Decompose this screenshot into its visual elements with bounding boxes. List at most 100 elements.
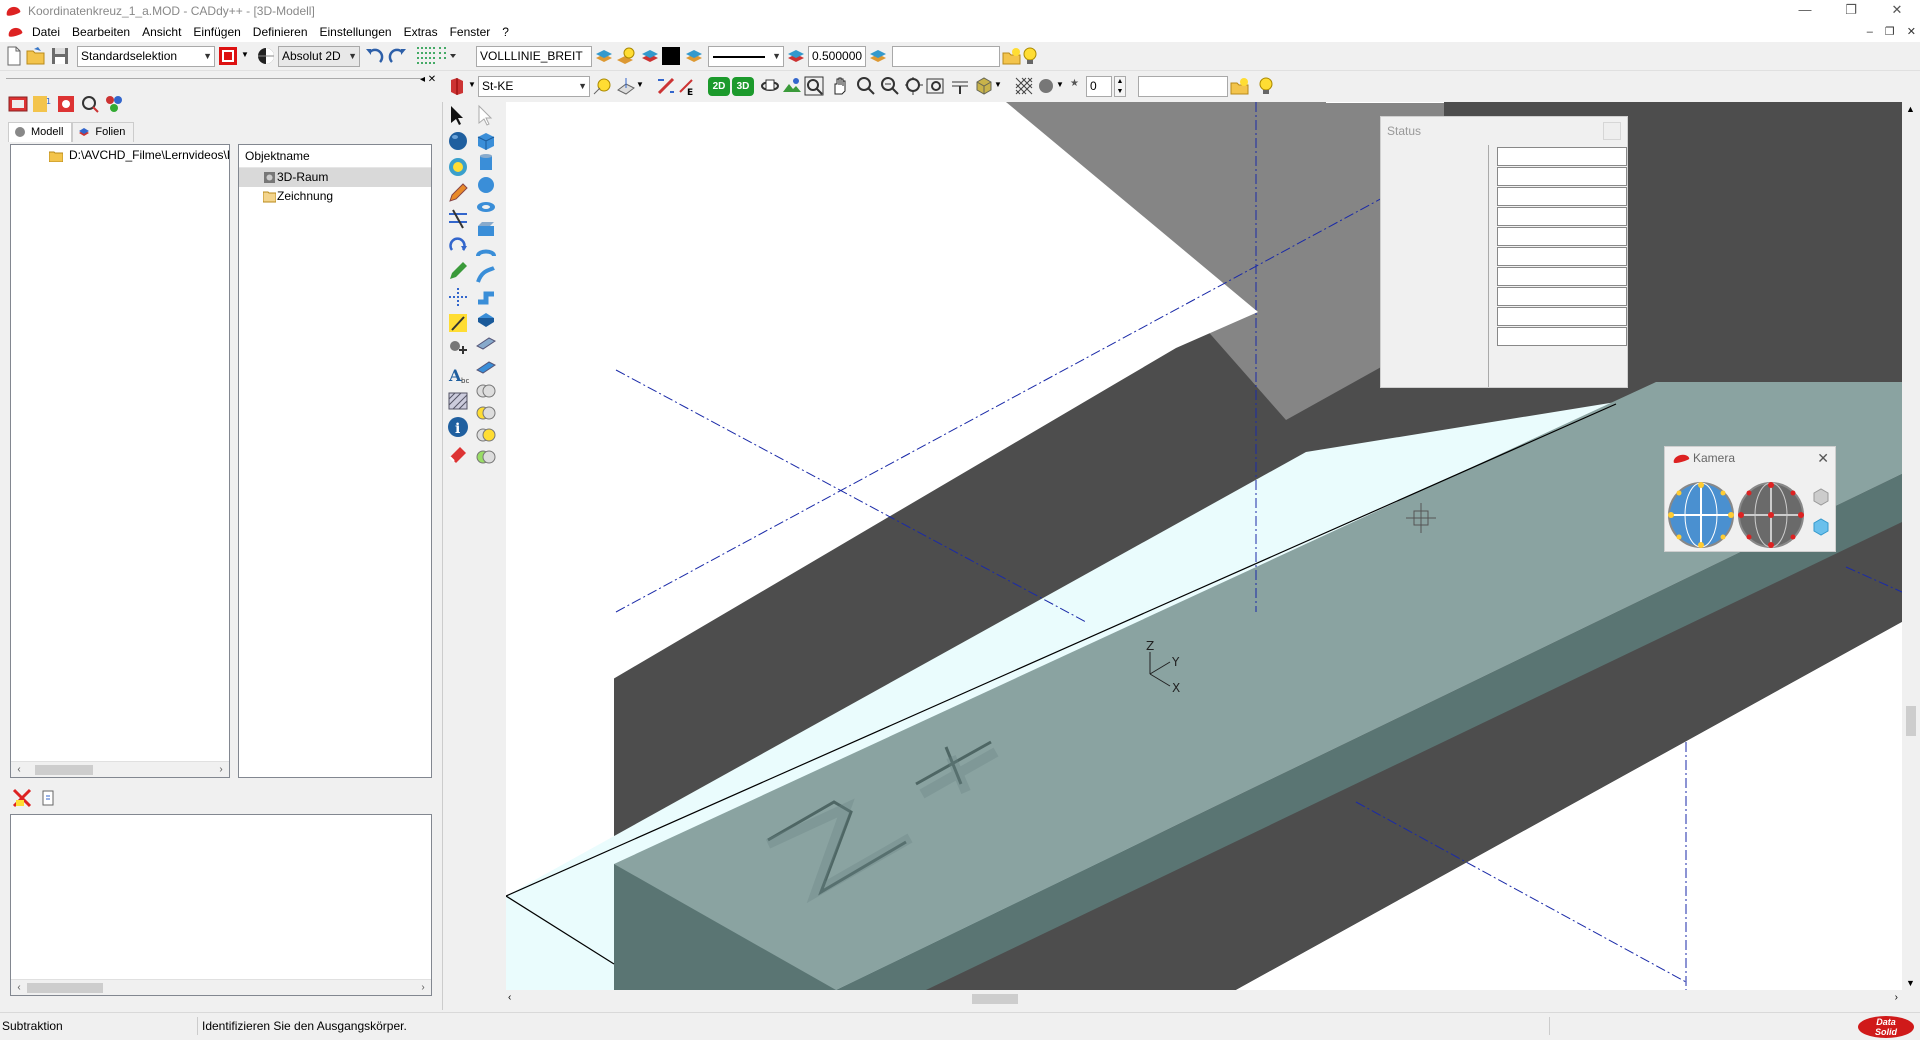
crosshair-dots-icon[interactable] — [447, 286, 469, 308]
plate-icon[interactable] — [475, 332, 497, 354]
zoom-previous-icon[interactable] — [880, 76, 900, 96]
status-field[interactable] — [1497, 267, 1627, 286]
new-file-icon[interactable] — [4, 46, 24, 66]
boolean-intersect-icon[interactable] — [475, 424, 497, 446]
rotate-icon[interactable] — [447, 234, 469, 256]
hatch-icon[interactable] — [447, 390, 469, 412]
layer-settings-icon[interactable] — [868, 46, 888, 66]
loft-icon[interactable] — [475, 308, 497, 330]
redo-icon[interactable] — [388, 46, 408, 66]
list-item-zeichnung[interactable]: Zeichnung — [239, 187, 431, 206]
material-select[interactable]: St-KE ▼ — [478, 76, 590, 97]
select-arrow-light-icon[interactable] — [475, 104, 497, 126]
extrude-icon[interactable] — [475, 218, 497, 240]
status-dialog-header[interactable]: Status — [1381, 117, 1627, 145]
text-tool-icon[interactable]: Abc — [447, 364, 469, 386]
object-list-header[interactable]: Objektname — [239, 145, 431, 168]
edge-icon[interactable]: E — [676, 76, 696, 96]
grid-options-icon[interactable] — [438, 46, 458, 66]
scroll-right-icon[interactable]: › — [415, 980, 431, 996]
mdi-restore-button[interactable]: ❐ — [1885, 22, 1895, 42]
status-field[interactable] — [1497, 167, 1627, 186]
copy-property-icon[interactable] — [38, 788, 58, 808]
scroll-left-icon[interactable]: ‹ — [508, 992, 511, 1003]
box-icon[interactable] — [475, 130, 497, 152]
selection-mode-select[interactable]: Standardselektion ▼ — [77, 46, 215, 67]
open-folder-icon[interactable] — [26, 46, 46, 66]
linetype-stack-icon[interactable] — [684, 46, 704, 66]
pipe-icon[interactable] — [475, 286, 497, 308]
scroll-left-icon[interactable]: ‹ — [11, 762, 27, 778]
workplane-icon[interactable] — [616, 76, 636, 96]
zoom-extents-icon[interactable] — [926, 76, 946, 96]
info-icon[interactable]: i — [447, 416, 469, 438]
lightbulb-icon[interactable] — [1020, 46, 1040, 66]
status-field[interactable] — [1497, 147, 1627, 166]
sweep-icon[interactable] — [475, 264, 497, 286]
close-button[interactable]: ✕ — [1874, 0, 1920, 22]
tab-folien[interactable]: Folien — [72, 122, 135, 142]
menu-help[interactable]: ? — [496, 22, 515, 42]
camera-cube-front-icon[interactable] — [1811, 517, 1831, 537]
line-style-select[interactable]: ▼ — [708, 46, 784, 67]
tree-item[interactable]: D:\AVCHD_Filme\Lernvideos\E — [11, 147, 229, 165]
status-field[interactable] — [1497, 187, 1627, 206]
measure-icon[interactable] — [447, 312, 469, 334]
boolean-subtract-icon[interactable] — [475, 402, 497, 424]
revolve-icon[interactable] — [475, 242, 497, 264]
scroll-down-icon[interactable]: ▼ — [1906, 978, 1915, 988]
sphere-shade-icon[interactable] — [1036, 76, 1056, 96]
selection-filter-icon[interactable] — [218, 46, 238, 66]
status-field[interactable] — [1497, 227, 1627, 246]
camera-orbit-globe-icon[interactable] — [1667, 481, 1735, 549]
material-icon[interactable] — [448, 76, 468, 96]
model-tree-icon[interactable] — [8, 94, 28, 114]
line-type-field[interactable]: VOLLLINIE_BREIT — [476, 46, 592, 67]
search-value-field[interactable] — [892, 46, 1000, 67]
delete-property-icon[interactable] — [12, 788, 32, 808]
coordinate-mode-select[interactable]: Absolut 2D ▼ — [278, 46, 360, 67]
scroll-left-icon[interactable]: ‹ — [11, 980, 27, 996]
status-close-button[interactable] — [1603, 122, 1621, 140]
gear-transform-icon[interactable] — [447, 338, 469, 360]
status-field[interactable] — [1497, 247, 1627, 266]
menu-extras[interactable]: Extras — [398, 22, 444, 42]
torus-icon[interactable] — [475, 196, 497, 218]
mdi-minimize-button[interactable]: – — [1867, 22, 1873, 42]
status-field[interactable] — [1497, 327, 1627, 346]
count-spinner[interactable]: ▲ ▼ — [1114, 76, 1126, 97]
scroll-thumb[interactable] — [27, 983, 103, 993]
mesh-icon[interactable] — [1014, 76, 1034, 96]
layer-light-icon[interactable] — [616, 46, 636, 66]
shade-dropdown-icon[interactable]: ▼ — [1056, 80, 1064, 89]
scroll-right-icon[interactable]: › — [213, 762, 229, 778]
light-point-icon[interactable] — [592, 76, 612, 96]
menu-ansicht[interactable]: Ansicht — [136, 22, 187, 42]
zoom-window-icon[interactable] — [804, 76, 824, 96]
camera-target-globe-icon[interactable] — [1737, 481, 1805, 549]
undo-icon[interactable] — [364, 46, 384, 66]
select-arrow-icon[interactable] — [447, 104, 469, 126]
cylinder-icon[interactable] — [475, 152, 497, 174]
save-icon[interactable] — [50, 46, 70, 66]
menu-bearbeiten[interactable]: Bearbeiten — [66, 22, 136, 42]
material-dropdown-icon[interactable]: ▼ — [468, 80, 476, 89]
edit-green-icon[interactable] — [447, 260, 469, 282]
plate-cut-icon[interactable] — [475, 356, 497, 378]
scroll-thumb[interactable] — [1906, 706, 1916, 736]
view-3d-button[interactable]: 3D — [732, 77, 754, 96]
kamera-close-icon[interactable]: ✕ — [1817, 447, 1829, 469]
menu-einstellungen[interactable]: Einstellungen — [314, 22, 398, 42]
sphere-icon[interactable] — [447, 130, 469, 152]
scroll-thumb[interactable] — [972, 994, 1018, 1004]
palette-icon[interactable] — [104, 94, 124, 114]
solid-dropdown-icon[interactable]: ▼ — [994, 80, 1002, 89]
grid-icon[interactable] — [416, 46, 436, 66]
extra-value-field[interactable] — [1138, 76, 1228, 97]
folder-light-icon[interactable] — [1002, 46, 1022, 66]
menu-datei[interactable]: Datei — [26, 22, 66, 42]
pencil-icon[interactable] — [447, 182, 469, 204]
boolean-union-icon[interactable] — [475, 380, 497, 402]
workplane-dropdown-icon[interactable]: ▼ — [636, 80, 644, 89]
snap-mode-icon[interactable] — [256, 46, 276, 66]
